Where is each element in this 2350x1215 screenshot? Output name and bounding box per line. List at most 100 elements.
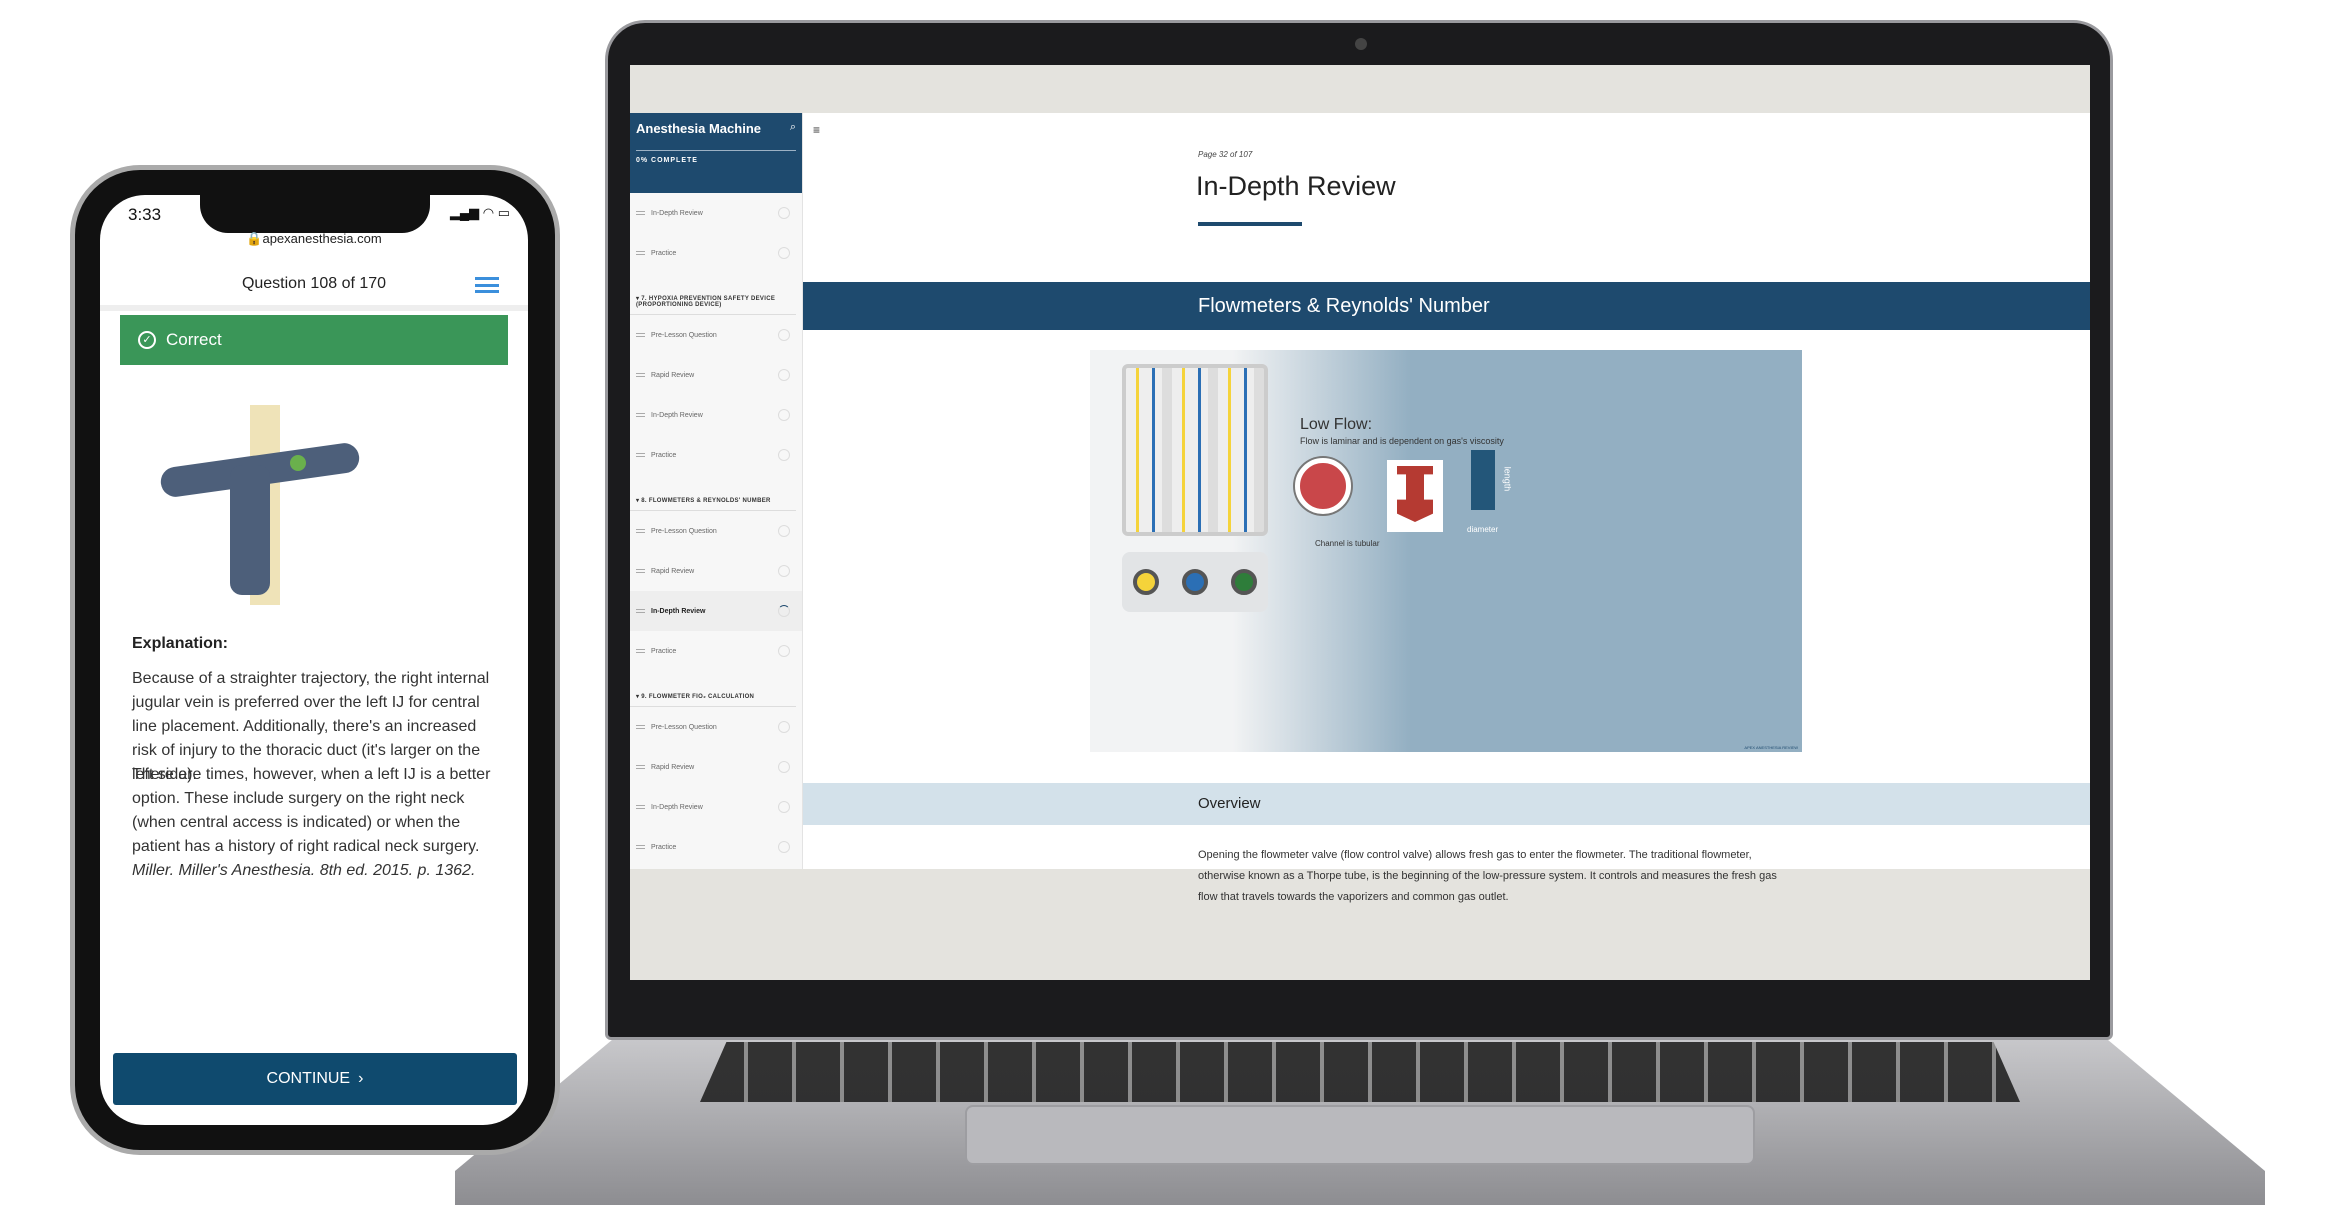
fig-heading: Low Flow: <box>1300 416 1373 433</box>
sidebar-item-label: Practice <box>651 249 677 257</box>
bobbin-image <box>1387 460 1443 532</box>
sidebar-item[interactable]: Practice <box>630 827 802 867</box>
status-circle-icon <box>778 605 790 617</box>
knob-blue <box>1181 569 1208 595</box>
menu-icon[interactable]: ≡ <box>813 123 820 137</box>
sidebar-item-label: Rapid Review <box>651 371 695 379</box>
lesson-icon <box>636 649 645 653</box>
float-cross-section <box>1295 458 1351 514</box>
course-title: Anesthesia Machine <box>636 121 761 136</box>
explanation-p2: There are times, however, when a left IJ… <box>132 766 491 855</box>
sidebar-item[interactable]: In-Depth Review <box>630 193 802 233</box>
explanation-label: Explanation: <box>132 635 229 652</box>
lesson-icon <box>636 845 645 849</box>
sidebar-item[interactable]: Practice <box>630 435 802 475</box>
status-circle-icon <box>778 409 790 421</box>
sidebar-item[interactable]: Pre-Lesson Question <box>630 315 802 355</box>
sidebar-item-label: Pre-Lesson Question <box>651 723 717 731</box>
search-icon[interactable]: ⌕ <box>790 121 796 136</box>
knob-yellow <box>1133 569 1160 595</box>
lesson-icon <box>636 373 645 377</box>
fig-label-channel: Channel is tubular <box>1315 539 1380 548</box>
status-circle-icon <box>778 801 790 813</box>
sidebar-item[interactable]: Practice <box>630 233 802 273</box>
status-circle-icon <box>778 721 790 733</box>
status-circle-icon <box>778 841 790 853</box>
lesson-icon <box>636 251 645 255</box>
url-bar[interactable]: 🔒apexanesthesia.com <box>100 231 528 247</box>
sidebar-item[interactable]: In-Depth Review <box>630 787 802 827</box>
keyboard <box>700 1042 2020 1102</box>
main-content: ≡ Page 32 of 107 In-Depth Review Flowmet… <box>803 113 2090 903</box>
flowmeter-knobs <box>1122 552 1268 612</box>
continue-button[interactable]: CONTINUE › <box>113 1053 517 1105</box>
check-circle-icon: ✓ <box>138 331 156 349</box>
sidebar-header: Anesthesia Machine ⌕ 0% COMPLETE <box>630 113 802 193</box>
anatomy-illustration <box>158 405 420 605</box>
laptop-screen: Anesthesia Machine ⌕ 0% COMPLETE In-Depth… <box>630 65 2090 980</box>
lesson-icon <box>636 805 645 809</box>
hamburger-menu-icon[interactable] <box>475 277 499 293</box>
sidebar-item-label: Pre-Lesson Question <box>651 527 717 535</box>
flowmeter-illustration: Low Flow: Flow is laminar and is depende… <box>1090 350 1802 752</box>
status-circle-icon <box>778 247 790 259</box>
status-circle-icon <box>778 207 790 219</box>
continue-label: CONTINUE <box>266 1070 351 1087</box>
chevron-right-icon: › <box>358 1070 364 1087</box>
status-circle-icon <box>778 645 790 657</box>
lesson-icon <box>636 765 645 769</box>
question-header: Question 108 of 170 <box>241 275 387 292</box>
fig-subheading: Flow is laminar and is dependent on gas'… <box>1300 436 1504 446</box>
page-label: Page 32 of 107 <box>1198 150 1253 159</box>
camera <box>1355 38 1367 50</box>
flowmeter-tubes <box>1122 364 1268 536</box>
phone-screen: 3:33 ▂▄▆ ◠ ▭ 🔒apexanesthesia.com Questio… <box>100 195 528 1125</box>
sidebar-item[interactable]: Practice <box>630 631 802 671</box>
sidebar-item-label: In-Depth Review <box>651 803 703 811</box>
course-sidebar: Anesthesia Machine ⌕ 0% COMPLETE In-Depth… <box>630 113 803 869</box>
sidebar-item-label: Practice <box>651 647 677 655</box>
apex-logo: APEX ANESTHESIA REVIEW <box>1744 745 1798 750</box>
fig-label-length: length <box>1502 466 1513 492</box>
status-circle-icon <box>778 565 790 577</box>
sidebar-item-label: In-Depth Review <box>651 411 703 419</box>
status-circle-icon <box>778 369 790 381</box>
status-icons: ▂▄▆ ◠ ▭ <box>449 205 510 220</box>
lesson-list: In-Depth Review Practice ▾ 7. HYPOXIA PREV… <box>630 193 802 867</box>
sidebar-item[interactable]: In-Depth Review <box>630 591 802 631</box>
lesson-icon <box>636 569 645 573</box>
lesson-icon <box>636 333 645 337</box>
status-circle-icon <box>778 329 790 341</box>
sidebar-section-header[interactable]: ▾ 9. FLOWMETER FIO₂ CALCULATION <box>630 671 796 707</box>
sidebar-item-label: Rapid Review <box>651 567 695 575</box>
sidebar-item[interactable]: Pre-Lesson Question <box>630 511 802 551</box>
sidebar-item-label: In-Depth Review <box>651 209 703 217</box>
sidebar-section-header[interactable]: ▾ 8. FLOWMETERS & REYNOLDS' NUMBER <box>630 475 796 511</box>
channel-block <box>1471 450 1495 510</box>
progress-label: 0% COMPLETE <box>636 150 796 164</box>
sidebar-item[interactable]: Rapid Review <box>630 747 802 787</box>
sidebar-item-label: In-Depth Review <box>651 607 706 615</box>
lesson-icon <box>636 453 645 457</box>
url-text: apexanesthesia.com <box>262 231 382 246</box>
lesson-icon <box>636 529 645 533</box>
header-divider <box>100 305 528 311</box>
sidebar-item[interactable]: In-Depth Review <box>630 395 802 435</box>
page-title: In-Depth Review <box>1196 171 1396 201</box>
status-time: 3:33 <box>128 205 162 224</box>
status-circle-icon <box>778 525 790 537</box>
result-label: Correct <box>166 330 222 349</box>
sidebar-section-header[interactable]: ▾ 7. HYPOXIA PREVENTION SAFETY DEVICE (P… <box>630 273 796 315</box>
lesson-icon <box>636 211 645 215</box>
sidebar-item[interactable]: Rapid Review <box>630 551 802 591</box>
phone-notch <box>200 195 430 233</box>
status-circle-icon <box>778 761 790 773</box>
result-banner: ✓ Correct <box>120 315 508 365</box>
section-banner: Flowmeters & Reynolds' Number <box>803 282 2090 330</box>
overview-band: Overview <box>803 783 2090 825</box>
knob-green <box>1230 569 1257 595</box>
fig-label-diameter: diameter <box>1467 525 1499 534</box>
sidebar-item[interactable]: Pre-Lesson Question <box>630 707 802 747</box>
sidebar-item[interactable]: Rapid Review <box>630 355 802 395</box>
sidebar-item-label: Practice <box>651 843 677 851</box>
